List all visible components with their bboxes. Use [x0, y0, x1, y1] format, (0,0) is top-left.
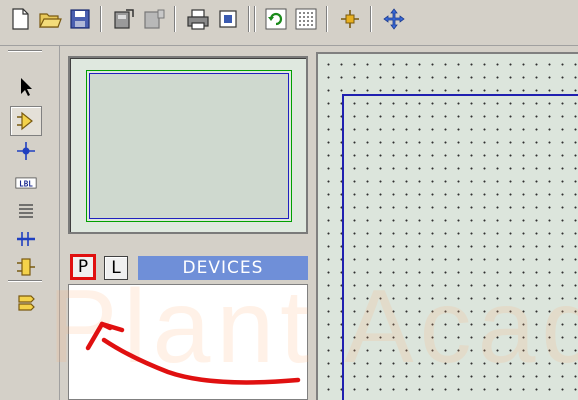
overview-sheet-frame [86, 70, 292, 222]
pan-button[interactable] [380, 4, 408, 34]
subcircuit-mode-button[interactable] [10, 252, 42, 282]
print-button[interactable] [184, 4, 212, 34]
main-toolbar [0, 0, 578, 46]
import-button[interactable] [110, 4, 138, 34]
toolbar-separator [100, 6, 102, 32]
toolbar-separator [8, 50, 42, 52]
devices-title: DEVICES [138, 256, 308, 280]
annotation-arrow-icon [85, 321, 301, 385]
save-button[interactable] [66, 4, 94, 34]
toolbar-separator [174, 6, 176, 32]
selection-mode-button[interactable] [10, 72, 42, 102]
proteus-window: LBL P L DEVICES Plant Acad [0, 0, 578, 400]
save-icon [70, 9, 90, 29]
terminal-icon [18, 295, 35, 311]
text-script-icon [19, 204, 33, 218]
component-mode-button[interactable] [10, 106, 42, 136]
mode-toolbar: LBL [0, 46, 60, 400]
toolbar-separator [8, 280, 42, 282]
toolbar-separator [326, 6, 328, 32]
sheet-border [342, 94, 578, 400]
new-file-button[interactable] [6, 4, 34, 34]
wire-label-mode-button[interactable]: LBL [10, 168, 42, 198]
grid-icon [295, 8, 317, 30]
origin-button[interactable] [336, 4, 364, 34]
overview-window[interactable] [68, 56, 308, 234]
subcircuit-icon [17, 258, 35, 276]
wire-label-icon: LBL [15, 177, 37, 189]
origin-icon [341, 10, 359, 28]
export-icon [144, 9, 165, 29]
terminals-mode-button[interactable] [10, 286, 42, 316]
import-icon [114, 9, 134, 29]
toolbar-separator [248, 6, 250, 32]
refresh-button[interactable] [262, 4, 290, 34]
export-button[interactable] [140, 4, 168, 34]
library-manager-button[interactable]: L [104, 256, 128, 280]
svg-text:LBL: LBL [19, 179, 33, 188]
component-icon [17, 111, 33, 131]
print-icon [187, 9, 209, 30]
toolbar-separator [370, 6, 372, 32]
overview-view-area [89, 73, 289, 219]
arrow-cursor-icon [21, 78, 32, 96]
buses-mode-button[interactable] [10, 224, 42, 254]
page-setup-button[interactable] [214, 4, 242, 34]
object-selector-header: P L DEVICES [68, 252, 308, 282]
page-setup-icon [219, 10, 237, 28]
grid-toggle-button[interactable] [292, 4, 320, 34]
junction-dot-mode-button[interactable] [10, 136, 42, 166]
new-file-icon [12, 8, 29, 30]
toolbar-separator [254, 6, 256, 32]
refresh-icon [265, 8, 287, 30]
bus-icon [17, 232, 35, 246]
pick-devices-button[interactable]: P [70, 254, 96, 280]
open-folder-icon [39, 13, 62, 28]
pan-icon [383, 8, 405, 30]
open-button[interactable] [36, 4, 64, 34]
junction-dot-icon [17, 142, 35, 160]
text-script-mode-button[interactable] [10, 196, 42, 226]
